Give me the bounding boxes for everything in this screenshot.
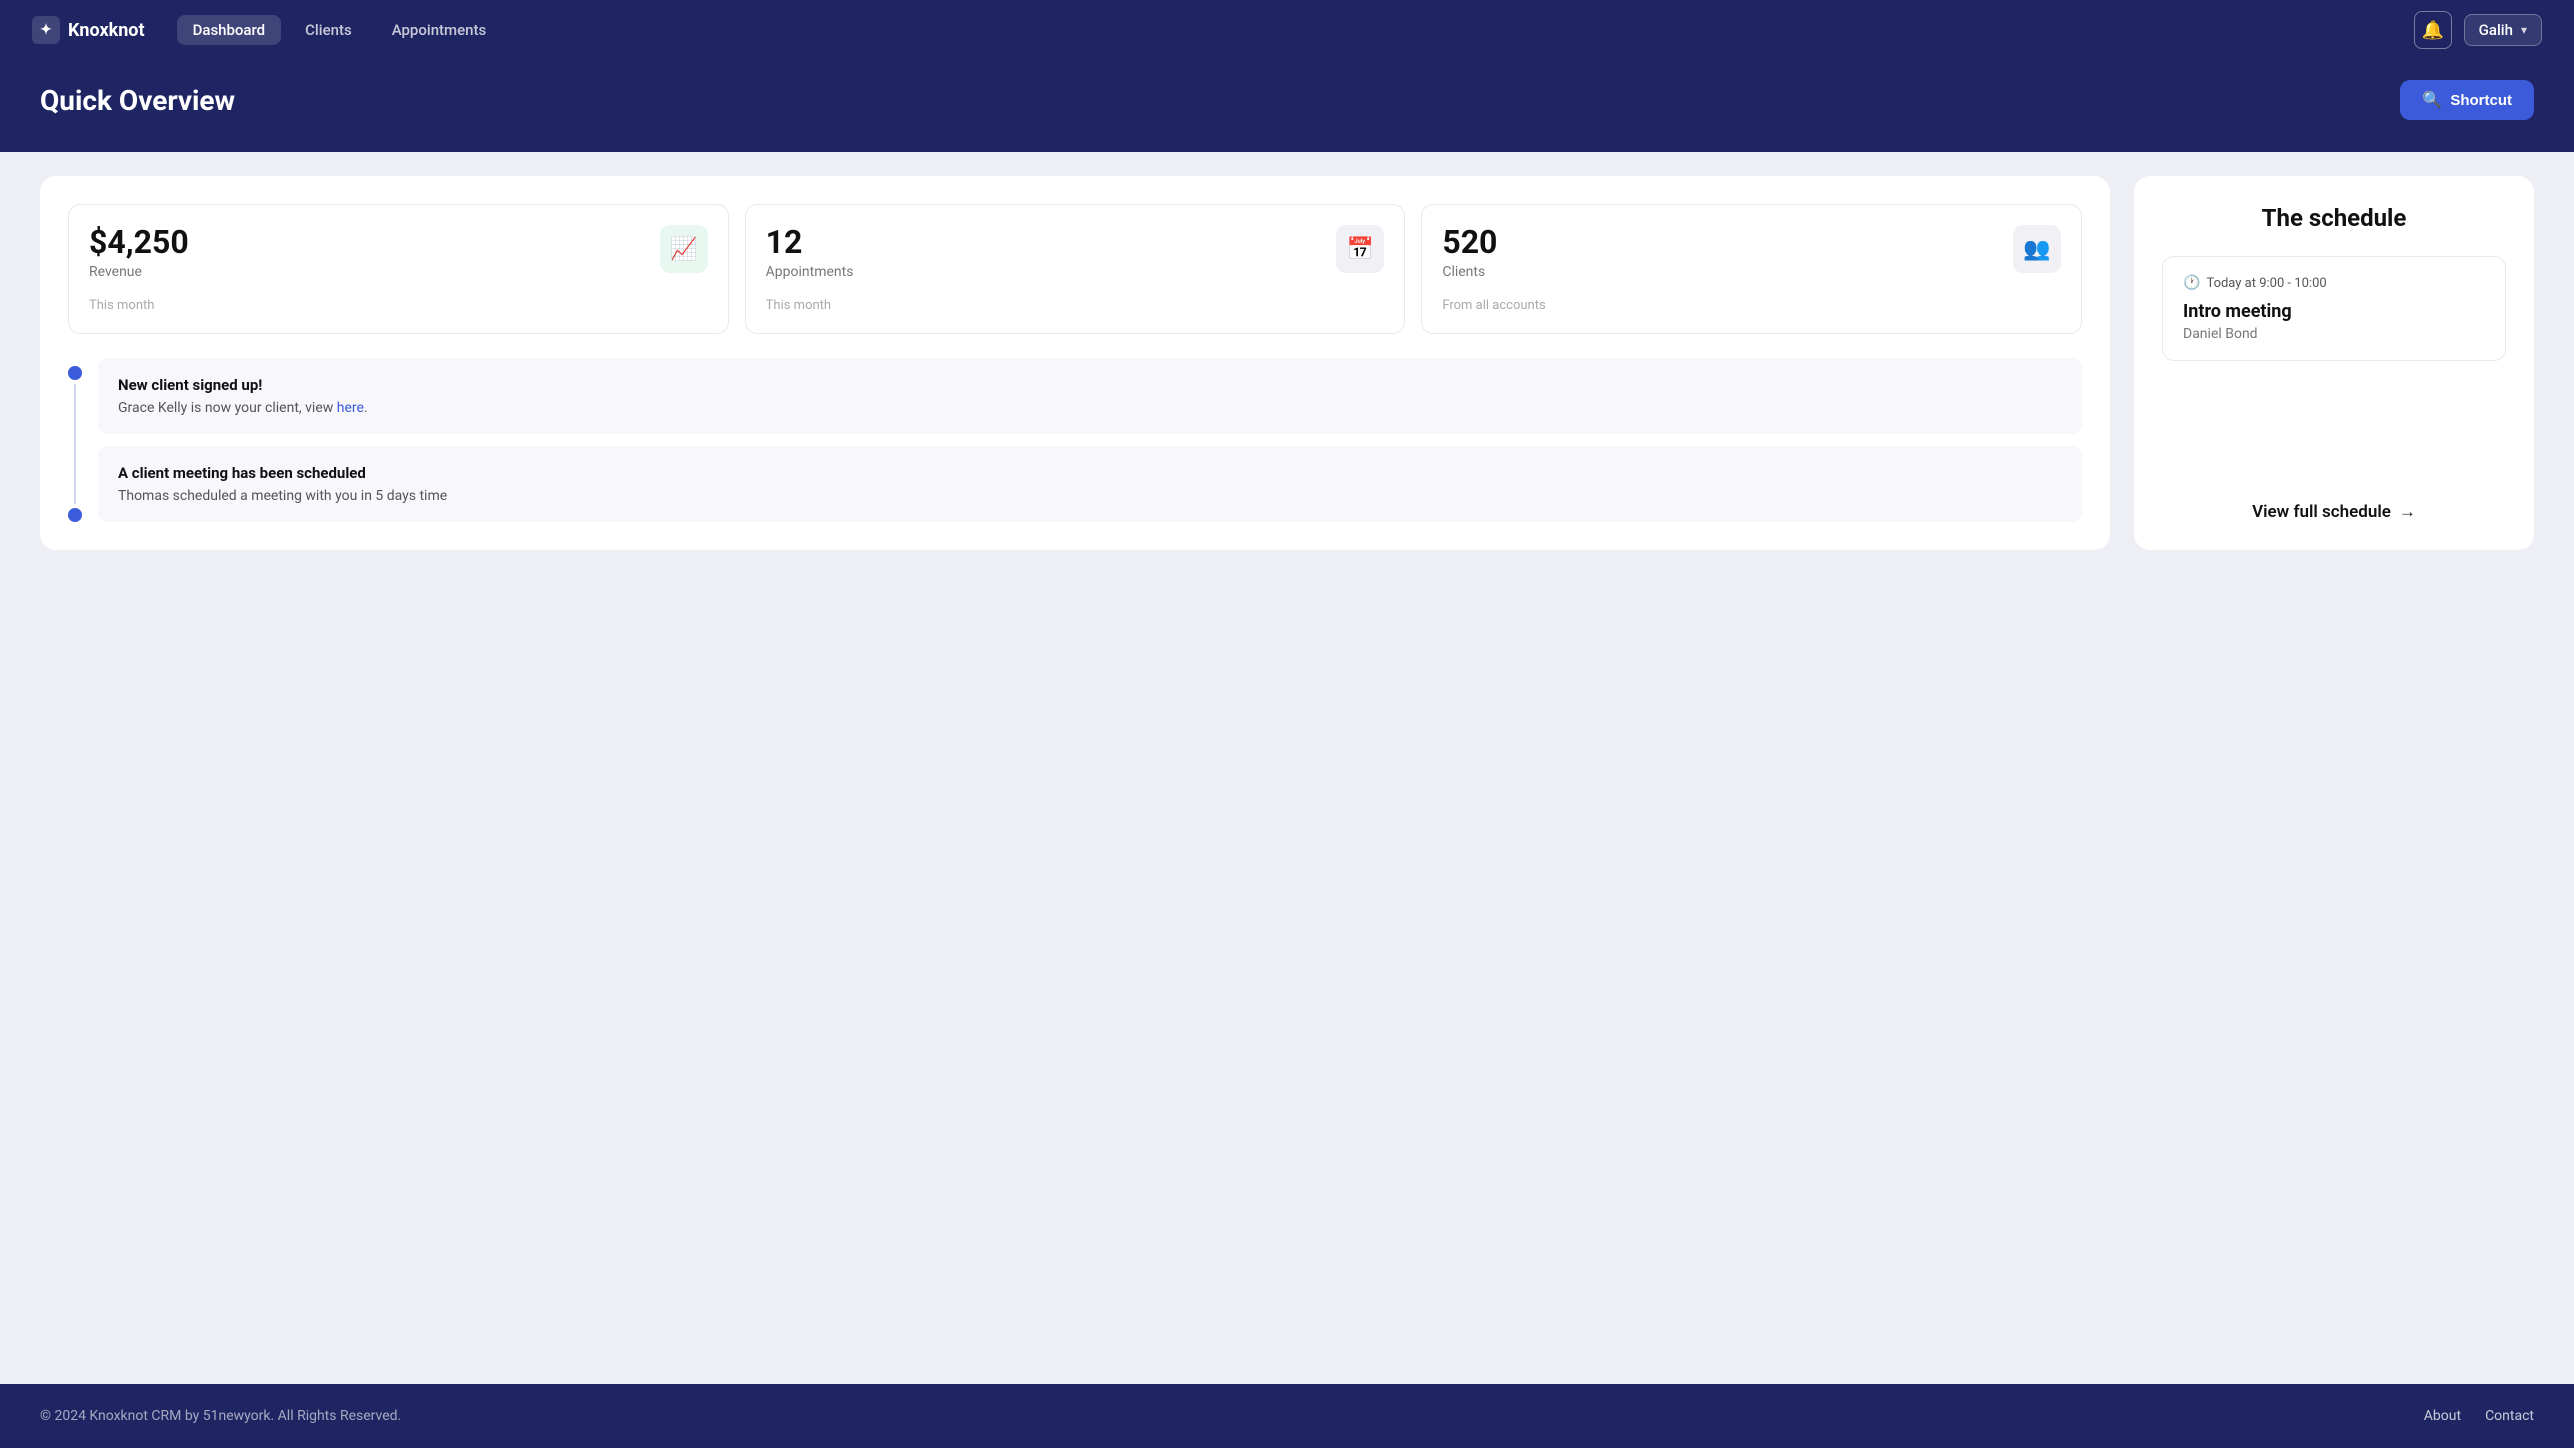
- activity-item-1: New client signed up! Grace Kelly is now…: [98, 358, 2082, 434]
- app-logo: ✦ Knoxknot: [32, 16, 145, 44]
- activity-desc-2: Thomas scheduled a meeting with you in 5…: [118, 488, 2062, 504]
- activity-title-2: A client meeting has been scheduled: [118, 464, 2062, 482]
- bell-icon: 🔔: [2421, 20, 2443, 41]
- user-menu[interactable]: Galih ▾: [2464, 14, 2542, 46]
- appointments-period: This month: [766, 298, 1385, 313]
- clients-value: 520: [1442, 225, 1497, 260]
- app-name: Knoxknot: [68, 20, 145, 41]
- revenue-label: Revenue: [89, 264, 189, 280]
- timeline-dot-2: [68, 508, 82, 522]
- nav-right: 🔔 Galih ▾: [2414, 11, 2542, 49]
- stat-cards: $4,250 Revenue 📈 This month 12 Appointme…: [68, 204, 2082, 334]
- left-panel: $4,250 Revenue 📈 This month 12 Appointme…: [40, 176, 2110, 550]
- clients-card: 520 Clients 👥 From all accounts: [1421, 204, 2082, 334]
- footer-about[interactable]: About: [2424, 1408, 2461, 1424]
- chevron-down-icon: ▾: [2521, 23, 2527, 37]
- page-header: Quick Overview 🔍 Shortcut: [0, 60, 2574, 152]
- navbar: ✦ Knoxknot Dashboard Clients Appointment…: [0, 0, 2574, 60]
- shortcut-button[interactable]: 🔍 Shortcut: [2400, 80, 2534, 120]
- clients-period: From all accounts: [1442, 298, 2061, 313]
- timeline-line: [74, 384, 76, 504]
- footer: © 2024 Knoxknot CRM by 51newyork. All Ri…: [0, 1384, 2574, 1448]
- schedule-event-person: Daniel Bond: [2183, 326, 2485, 342]
- revenue-period: This month: [89, 298, 708, 313]
- notification-bell[interactable]: 🔔: [2414, 11, 2452, 49]
- revenue-value: $4,250: [89, 225, 189, 260]
- nav-links: Dashboard Clients Appointments: [177, 15, 2382, 45]
- user-name: Galih: [2479, 21, 2513, 39]
- dashboard-grid: $4,250 Revenue 📈 This month 12 Appointme…: [40, 176, 2534, 550]
- schedule-time: 🕐 Today at 9:00 - 10:00: [2183, 275, 2485, 291]
- clients-icon: 👥: [2013, 225, 2061, 273]
- activity-link-1[interactable]: here: [337, 400, 364, 416]
- activity-feed: New client signed up! Grace Kelly is now…: [68, 358, 2082, 522]
- nav-clients[interactable]: Clients: [289, 15, 368, 45]
- view-full-schedule-link[interactable]: View full schedule →: [2162, 486, 2506, 522]
- footer-contact[interactable]: Contact: [2485, 1408, 2534, 1424]
- activity-timeline: [68, 358, 82, 522]
- revenue-card-top: $4,250 Revenue 📈: [89, 225, 708, 280]
- arrow-icon: →: [2399, 502, 2416, 522]
- activity-items: New client signed up! Grace Kelly is now…: [98, 358, 2082, 522]
- nav-appointments[interactable]: Appointments: [376, 15, 503, 45]
- page-title: Quick Overview: [40, 84, 235, 117]
- schedule-event: 🕐 Today at 9:00 - 10:00 Intro meeting Da…: [2162, 256, 2506, 361]
- nav-dashboard[interactable]: Dashboard: [177, 15, 282, 45]
- search-icon: 🔍: [2422, 90, 2442, 110]
- schedule-time-text: Today at 9:00 - 10:00: [2206, 276, 2326, 291]
- schedule-title: The schedule: [2162, 204, 2506, 232]
- activity-item-2: A client meeting has been scheduled Thom…: [98, 446, 2082, 522]
- appointments-card: 12 Appointments 📅 This month: [745, 204, 1406, 334]
- view-full-schedule-label: View full schedule: [2252, 502, 2391, 522]
- revenue-icon: 📈: [660, 225, 708, 273]
- footer-copyright: © 2024 Knoxknot CRM by 51newyork. All Ri…: [40, 1408, 401, 1424]
- schedule-event-title: Intro meeting: [2183, 301, 2485, 322]
- logo-icon: ✦: [32, 16, 60, 44]
- clock-icon: 🕐: [2183, 275, 2200, 291]
- right-panel: The schedule 🕐 Today at 9:00 - 10:00 Int…: [2134, 176, 2534, 550]
- appointments-icon: 📅: [1336, 225, 1384, 273]
- shortcut-label: Shortcut: [2450, 92, 2512, 109]
- activity-title-1: New client signed up!: [118, 376, 2062, 394]
- revenue-card: $4,250 Revenue 📈 This month: [68, 204, 729, 334]
- appointments-value: 12: [766, 225, 854, 260]
- timeline-dot-1: [68, 366, 82, 380]
- activity-desc-prefix: Grace Kelly is now your client, view: [118, 400, 337, 416]
- appointments-label: Appointments: [766, 264, 854, 280]
- activity-desc-1: Grace Kelly is now your client, view her…: [118, 400, 2062, 416]
- clients-label: Clients: [1442, 264, 1497, 280]
- main-content: $4,250 Revenue 📈 This month 12 Appointme…: [0, 152, 2574, 1384]
- footer-links: About Contact: [2424, 1408, 2534, 1424]
